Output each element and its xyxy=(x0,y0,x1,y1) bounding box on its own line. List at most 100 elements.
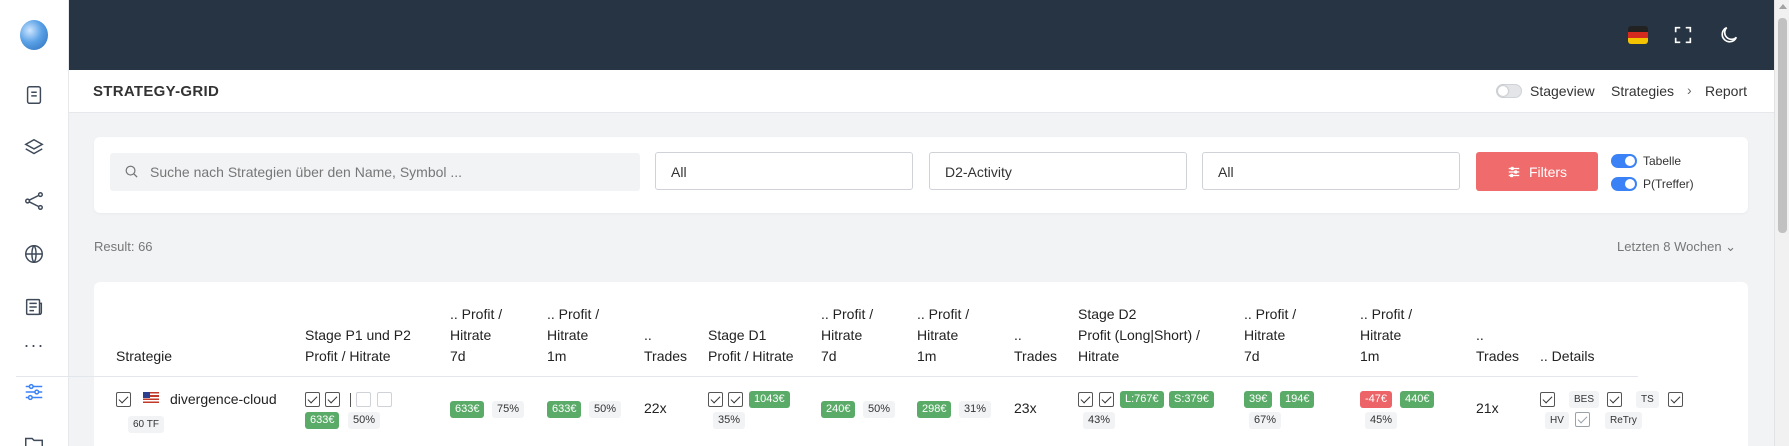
col-header-p12-trades[interactable]: .. Trades xyxy=(644,325,687,367)
dark-mode-toggle[interactable] xyxy=(1717,23,1741,47)
sidebar-item-notes[interactable] xyxy=(22,83,46,107)
col-header-stage-d1[interactable]: Stage D1 Profit / Hitrate xyxy=(708,325,794,367)
stage-p3-checkbox[interactable] xyxy=(356,392,371,407)
d1-7d-profit-badge: 240€ xyxy=(821,401,856,418)
col-header-d2-7d[interactable]: .. Profit / Hitrate 7d xyxy=(1244,304,1296,367)
filters-button[interactable]: Filters xyxy=(1476,152,1598,191)
d2-1m-hitrate-badge: 45% xyxy=(1365,412,1398,429)
d1-profit-badge: 1043€ xyxy=(749,391,790,408)
d2-short-profit-badge: S:379€ xyxy=(1169,391,1214,408)
globe-icon xyxy=(25,245,43,263)
sidebar-item-folder[interactable] xyxy=(22,432,46,446)
col-header-details[interactable]: .. Details xyxy=(1540,346,1594,367)
col-header-strategie[interactable]: Strategie xyxy=(116,346,172,367)
fullscreen-button[interactable] xyxy=(1671,23,1695,47)
detail-extra-checkbox[interactable] xyxy=(1668,392,1683,407)
app-logo[interactable] xyxy=(20,20,48,50)
sidebar-item-filters[interactable] xyxy=(22,380,46,404)
p12-trades-count: 22x xyxy=(644,400,667,416)
table-header-divider xyxy=(16,376,1638,377)
d2-trades-count: 21x xyxy=(1476,400,1499,416)
search-icon xyxy=(125,165,138,178)
col-header-stage-p1-p2[interactable]: Stage P1 und P2 Profit / Hitrate xyxy=(305,325,411,367)
stageview-toggle[interactable] xyxy=(1496,84,1522,98)
filter-select-activity[interactable]: D2-Activity xyxy=(929,152,1187,190)
col-header-d1-trades[interactable]: .. Trades xyxy=(1014,325,1057,367)
sidebar: ··· xyxy=(0,0,69,446)
breadcrumb-report[interactable]: Report xyxy=(1705,83,1747,99)
page-scrollbar[interactable] xyxy=(1774,0,1789,446)
probability-toggle-row: P(Treffer) xyxy=(1611,177,1694,191)
more-dots-icon[interactable]: ··· xyxy=(22,336,46,354)
d1-7d-hitrate-badge: 50% xyxy=(863,401,896,418)
period-dropdown[interactable]: Letzten 8 Wochen ⌄ xyxy=(1617,239,1736,255)
scroll-up-arrow-icon[interactable] xyxy=(1779,4,1787,9)
d2-7d-hitrate-badge: 67% xyxy=(1249,412,1282,429)
p12-hitrate-badge: 50% xyxy=(348,412,381,429)
p12-1m-profit-badge: 633€ xyxy=(547,401,582,418)
moon-icon xyxy=(1721,26,1738,43)
detail-retry-badge: ReTry xyxy=(1605,412,1642,429)
col-header-d1-7d[interactable]: .. Profit / Hitrate 7d xyxy=(821,304,873,367)
filter-panel: All D2-Activity All Filters Tabelle P(Tr… xyxy=(94,137,1748,213)
detail-ts-checkbox[interactable] xyxy=(1607,392,1622,407)
detail-bes-badge: BES xyxy=(1569,391,1600,408)
filters-button-label: Filters xyxy=(1528,163,1568,180)
strategy-name-link[interactable]: divergence-cloud xyxy=(170,391,277,407)
d2-7d-profit-b-badge: 194€ xyxy=(1280,391,1315,408)
d1-trades-count: 23x xyxy=(1014,400,1037,416)
stage-d1a-checkbox[interactable] xyxy=(708,392,723,407)
d1-hitrate-badge: 35% xyxy=(713,412,746,429)
search-input[interactable] xyxy=(150,153,630,191)
breadcrumb-strategies[interactable]: Strategies xyxy=(1611,83,1674,99)
d2-hitrate-badge: 43% xyxy=(1083,412,1116,429)
d2-long-profit-badge: L:767€ xyxy=(1120,391,1164,408)
d2-1m-profit-badge: 440€ xyxy=(1400,391,1435,408)
sidebar-item-share[interactable] xyxy=(22,189,46,213)
sidebar-item-news[interactable] xyxy=(22,295,46,319)
sidebar-item-globe[interactable] xyxy=(22,242,46,266)
folder-icon xyxy=(25,437,43,446)
stage-d1b-checkbox[interactable] xyxy=(728,392,743,407)
p12-1m-hitrate-badge: 50% xyxy=(589,401,622,418)
breadcrumb-separator: › xyxy=(1687,82,1692,98)
d2-7d-profit-a-badge: 39€ xyxy=(1244,391,1273,408)
table-view-switch[interactable] xyxy=(1611,154,1637,168)
sliders-icon xyxy=(25,383,43,401)
fullscreen-icon xyxy=(1674,26,1692,44)
page-title: STRATEGY-GRID xyxy=(93,83,220,100)
detail-bes-checkbox[interactable] xyxy=(1540,392,1555,407)
notebook-icon xyxy=(26,86,42,104)
row-select-checkbox[interactable] xyxy=(116,392,131,407)
p12-profit-badge: 633€ xyxy=(305,412,340,429)
share-nodes-icon xyxy=(25,192,43,210)
search-box[interactable] xyxy=(110,153,640,191)
d2-1m-loss-badge: -47€ xyxy=(1360,391,1393,408)
top-navbar xyxy=(69,0,1774,70)
scrollbar-thumb[interactable] xyxy=(1778,18,1787,233)
layers-icon xyxy=(24,138,44,155)
probability-label: P(Treffer) xyxy=(1643,177,1694,191)
col-header-d1-1m[interactable]: .. Profit / Hitrate 1m xyxy=(917,304,969,367)
sidebar-item-layers[interactable] xyxy=(22,136,46,160)
filter-select-3[interactable]: All xyxy=(1202,152,1460,190)
language-selector[interactable] xyxy=(1626,23,1650,47)
stage-p2-checkbox[interactable] xyxy=(325,392,340,407)
col-header-p12-1m[interactable]: .. Profit / Hitrate 1m xyxy=(547,304,599,367)
stage-d2b-checkbox[interactable] xyxy=(1099,392,1114,407)
col-header-stage-d2[interactable]: Stage D2 Profit (Long|Short) / Hitrate xyxy=(1078,304,1200,367)
stage-d2a-checkbox[interactable] xyxy=(1078,392,1093,407)
stage-divider xyxy=(350,393,351,407)
stage-p4-checkbox[interactable] xyxy=(377,392,392,407)
probability-switch[interactable] xyxy=(1611,177,1637,191)
stage-p1-checkbox[interactable] xyxy=(305,392,320,407)
col-header-p12-7d[interactable]: .. Profit / Hitrate 7d xyxy=(450,304,502,367)
p12-7d-profit-badge: 633€ xyxy=(450,401,485,418)
detail-ts-badge: TS xyxy=(1636,391,1659,408)
col-header-d2-1m[interactable]: .. Profit / Hitrate 1m xyxy=(1360,304,1412,367)
table-toggle-row: Tabelle xyxy=(1611,154,1681,168)
detail-hv-checkbox[interactable] xyxy=(1575,412,1590,427)
p12-7d-hitrate-badge: 75% xyxy=(492,401,525,418)
col-header-d2-trades[interactable]: .. Trades xyxy=(1476,325,1519,367)
filter-select-1[interactable]: All xyxy=(655,152,913,190)
